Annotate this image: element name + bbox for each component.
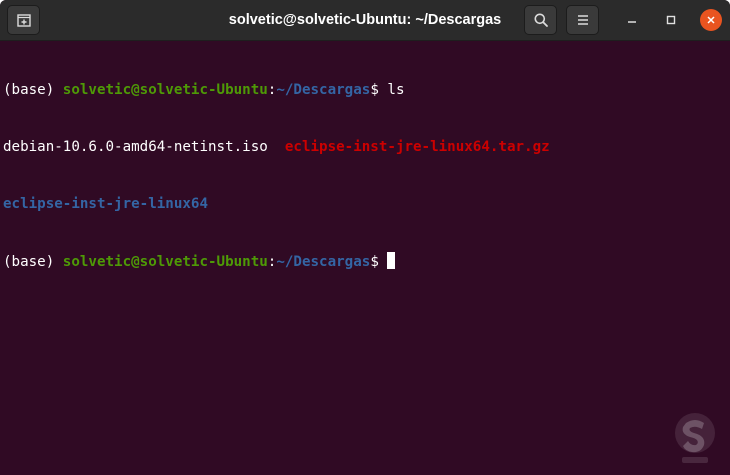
prompt-symbol: $ [370,254,388,270]
maximize-icon [666,15,676,25]
new-tab-button[interactable] [7,5,40,35]
column-gap [268,139,285,155]
prompt-line-2: (base) solvetic@solvetic-Ubuntu:~/Descar… [3,252,727,271]
conda-env: (base) [3,254,63,270]
terminal-output[interactable]: (base) solvetic@solvetic-Ubuntu:~/Descar… [0,41,730,475]
command-text: ls [387,82,405,98]
close-icon [707,16,715,24]
ls-output-line-1: debian-10.6.0-amd64-netinst.iso eclipse-… [3,138,727,157]
terminal-window: solvetic@solvetic-Ubuntu: ~/Descargas (b… [0,0,730,475]
maximize-button[interactable] [660,9,682,31]
ls-output-line-2: eclipse-inst-jre-linux64 [3,195,727,214]
text-cursor [387,252,396,269]
prompt-line-1: (base) solvetic@solvetic-Ubuntu:~/Descar… [3,81,727,100]
user-host: solvetic@solvetic-Ubuntu [62,82,268,98]
prompt-symbol: $ [370,82,388,98]
search-button[interactable] [524,5,557,35]
user-host: solvetic@solvetic-Ubuntu [62,254,268,270]
current-path: ~/Descargas [276,82,371,98]
directory-entry: eclipse-inst-jre-linux64 [3,196,208,212]
current-path: ~/Descargas [276,254,371,270]
minimize-icon [628,21,636,23]
title-bar: solvetic@solvetic-Ubuntu: ~/Descargas [0,0,730,41]
menu-button[interactable] [566,5,599,35]
search-icon [534,13,548,27]
close-button[interactable] [700,9,722,31]
conda-env: (base) [3,82,63,98]
new-tab-icon [16,14,31,27]
hamburger-menu-icon [577,15,588,25]
solvetic-logo-icon [675,413,715,463]
window-title: solvetic@solvetic-Ubuntu: ~/Descargas [228,12,502,28]
file-iso: debian-10.6.0-amd64-netinst.iso [3,139,268,155]
file-archive: eclipse-inst-jre-linux64.tar.gz [284,139,550,155]
minimize-button[interactable] [621,9,643,31]
